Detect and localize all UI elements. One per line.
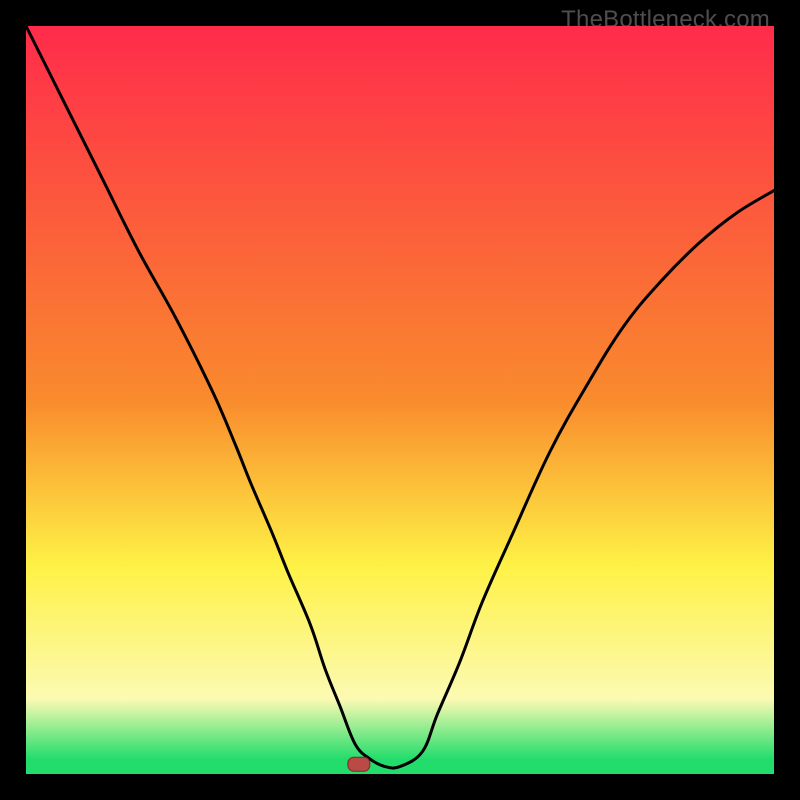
bottleneck-chart [26,26,774,774]
optimal-marker [348,757,370,771]
gradient-rect [26,26,774,774]
chart-frame [26,26,774,774]
